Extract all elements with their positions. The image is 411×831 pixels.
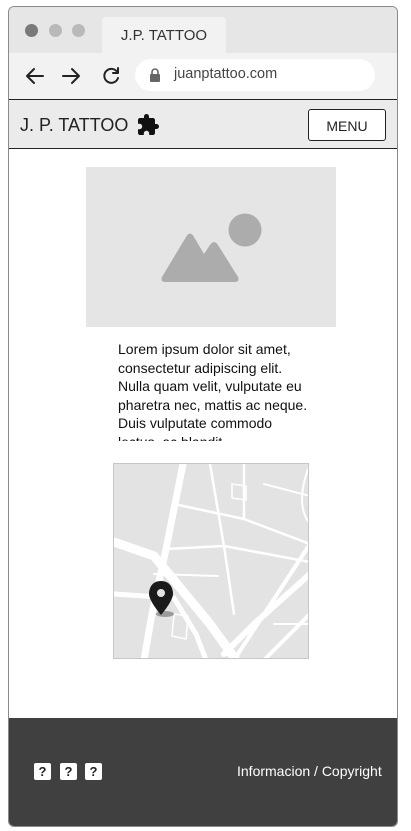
browser-tab[interactable]: J.P. TATTOO xyxy=(102,17,226,53)
tab-bar: J.P. TATTOO xyxy=(9,7,397,53)
site-logo-text[interactable]: J. P. TATTOO xyxy=(20,115,128,136)
social-icon-2[interactable]: ? xyxy=(60,763,77,780)
back-arrow-icon[interactable] xyxy=(23,64,47,88)
site-header: J. P. TATTOO MENU xyxy=(9,99,397,149)
forward-arrow-icon[interactable] xyxy=(59,64,83,88)
reload-icon[interactable] xyxy=(99,64,123,88)
window-minimize-dot[interactable] xyxy=(49,24,62,37)
intro-paragraph: Lorem ipsum dolor sit amet, consectetur … xyxy=(118,341,308,441)
image-placeholder-icon xyxy=(161,213,262,282)
address-bar: juanptattoo.com xyxy=(9,53,397,99)
social-icon-3[interactable]: ? xyxy=(85,763,102,780)
location-map[interactable] xyxy=(113,463,309,659)
url-field[interactable]: juanptattoo.com xyxy=(135,59,375,91)
browser-window: J.P. TATTOO juanptattoo.com J. P. TATTOO… xyxy=(8,6,398,827)
url-text: juanptattoo.com xyxy=(174,66,278,82)
image-placeholder xyxy=(86,167,336,327)
puzzle-icon xyxy=(136,113,160,142)
window-close-dot[interactable] xyxy=(25,24,38,37)
footer-info-link[interactable]: Informacion / Copyright xyxy=(237,763,382,779)
lock-icon xyxy=(149,68,161,87)
site-footer: ? ? ? Informacion / Copyright xyxy=(9,718,397,826)
map-streets xyxy=(114,464,308,658)
menu-button[interactable]: MENU xyxy=(308,109,386,141)
window-maximize-dot[interactable] xyxy=(72,24,85,37)
social-icon-1[interactable]: ? xyxy=(34,763,51,780)
